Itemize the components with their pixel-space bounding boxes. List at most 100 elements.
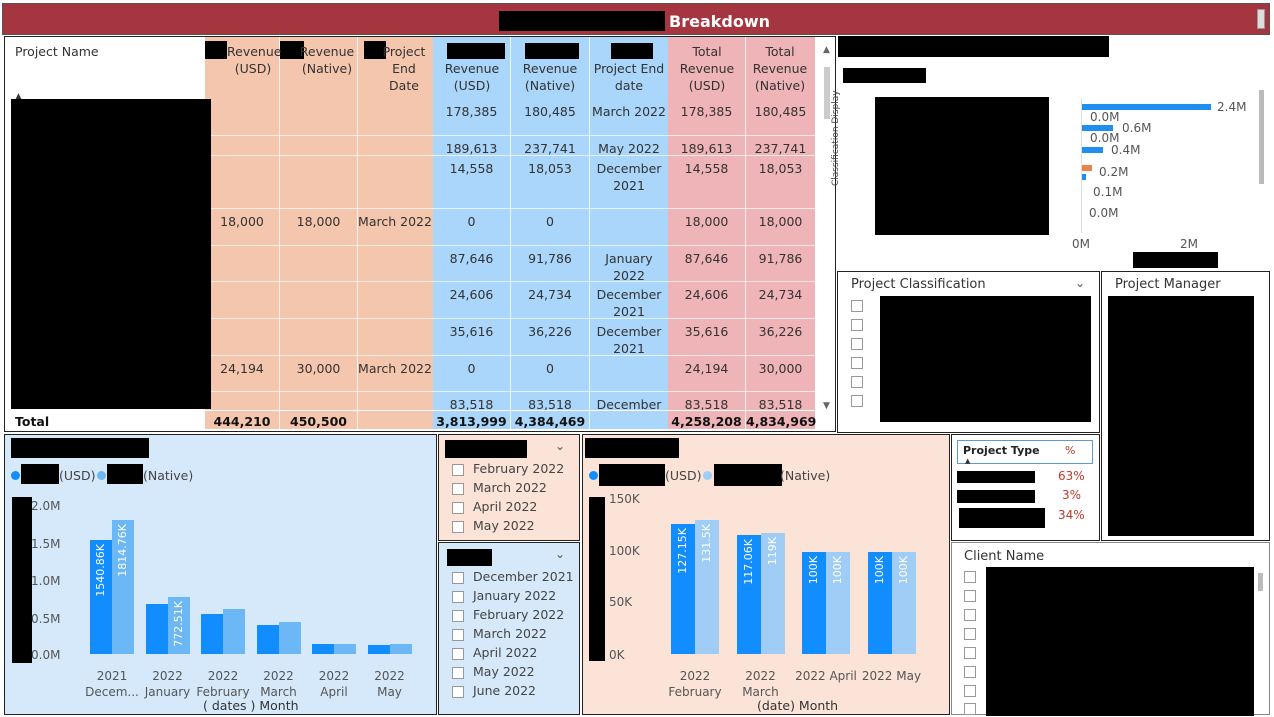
- checkbox[interactable]: [851, 319, 863, 331]
- sort-caret-icon[interactable]: ▲: [965, 457, 970, 465]
- total-label: Total: [15, 414, 50, 429]
- checkbox[interactable]: [452, 667, 464, 679]
- table-cell: 87,646: [684, 251, 729, 266]
- column-header-total-revenue-native[interactable]: Total Revenue (Native): [746, 43, 814, 94]
- bar[interactable]: [256, 625, 279, 654]
- table-cell: 35,616: [684, 324, 729, 339]
- checkbox[interactable]: [964, 647, 976, 659]
- x-tick: 2022 May: [374, 669, 405, 699]
- table-cell: 87,646: [449, 251, 494, 266]
- filter-option[interactable]: February 2022: [473, 607, 564, 622]
- column-header-percent[interactable]: %: [1065, 444, 1075, 457]
- scrollbar[interactable]: [1257, 9, 1265, 29]
- checkbox[interactable]: [452, 686, 464, 698]
- total-cell: 4,258,208: [671, 414, 742, 429]
- chevron-down-icon[interactable]: ⌄: [555, 439, 565, 453]
- column-header-project-type[interactable]: Project Type: [963, 444, 1040, 457]
- checkbox[interactable]: [452, 648, 464, 660]
- column-header-revenue-usd[interactable]: Revenue (USD): [221, 43, 281, 77]
- checkbox[interactable]: [964, 571, 976, 583]
- table-cell: 18,000: [296, 214, 341, 229]
- checkbox[interactable]: [964, 666, 976, 678]
- slicer-title: Project Classification: [851, 277, 986, 292]
- table-cell: 14,558: [449, 161, 494, 176]
- table-cell: 14,558: [684, 161, 729, 176]
- checkbox[interactable]: [452, 591, 464, 603]
- data-label: 100K: [872, 556, 886, 585]
- y-tick: 0.0M: [31, 648, 61, 662]
- filter-option[interactable]: May 2022: [473, 664, 535, 679]
- filter-option[interactable]: April 2022: [473, 499, 537, 514]
- bar[interactable]: [1081, 165, 1092, 171]
- table-cell: 24,734: [758, 287, 803, 302]
- row-divider: [205, 155, 815, 156]
- slicer-scrollbar[interactable]: [1258, 573, 1263, 591]
- checkbox[interactable]: [452, 610, 464, 622]
- filter-option[interactable]: February 2022: [473, 461, 564, 476]
- row-divider: [205, 135, 815, 136]
- bar[interactable]: [201, 614, 223, 654]
- checkbox[interactable]: [851, 300, 863, 312]
- checkbox[interactable]: [851, 338, 863, 350]
- filter-option[interactable]: March 2022: [473, 480, 547, 495]
- data-label: 0.0M: [1089, 206, 1119, 220]
- data-label: 131.5K: [700, 524, 713, 563]
- filter-option[interactable]: June 2022: [473, 683, 536, 698]
- table-cell: 24,194: [220, 361, 264, 376]
- data-label: 1814.76K: [116, 524, 129, 577]
- column-header-revenue-usd-2[interactable]: Revenue (USD): [435, 60, 509, 94]
- filter-option[interactable]: January 2022: [473, 588, 556, 603]
- chevron-down-icon[interactable]: ⌄: [1075, 276, 1085, 290]
- checkbox[interactable]: [964, 685, 976, 697]
- checkbox[interactable]: [452, 483, 464, 495]
- checkbox[interactable]: [964, 590, 976, 602]
- table-cell: 18,053: [528, 161, 572, 176]
- table-cell: 180,485: [524, 104, 576, 119]
- checkbox[interactable]: [851, 395, 863, 407]
- filter-option[interactable]: December 2021: [473, 569, 574, 584]
- bar[interactable]: [223, 609, 245, 654]
- checkbox[interactable]: [452, 629, 464, 641]
- column-header-project-end-date-2[interactable]: Project End date: [591, 60, 667, 94]
- checkbox[interactable]: [851, 357, 863, 369]
- checkbox[interactable]: [964, 609, 976, 621]
- checkbox[interactable]: [851, 376, 863, 388]
- checkbox[interactable]: [452, 572, 464, 584]
- legend-label: (USD): [59, 468, 96, 483]
- bar[interactable]: [312, 644, 334, 654]
- chart-scrollbar[interactable]: [1259, 90, 1264, 184]
- column-header-project-name[interactable]: Project Name: [15, 43, 99, 60]
- bar[interactable]: [334, 644, 356, 654]
- x-tick: 2022 February: [668, 669, 722, 699]
- scroll-up-icon[interactable]: ▲: [823, 45, 830, 55]
- scroll-down-icon[interactable]: ▼: [823, 401, 830, 411]
- filter-option[interactable]: April 2022: [473, 645, 537, 660]
- total-cell: 450,500: [290, 414, 347, 429]
- bar[interactable]: [367, 645, 390, 654]
- checkbox[interactable]: [964, 628, 976, 640]
- filter-option[interactable]: March 2022: [473, 626, 547, 641]
- monthly-revenue-chart: (USD) (Native) 150K 100K 50K 0K 127.15K 131.5…: [582, 434, 950, 715]
- y-tick: 50K: [609, 595, 633, 609]
- filter-option[interactable]: May 2022: [473, 518, 535, 533]
- column-header-revenue-native[interactable]: Revenue (Native): [297, 43, 357, 77]
- column-header-project-end-date[interactable]: Project End Date: [365, 43, 431, 94]
- redacted-text: [499, 11, 665, 31]
- bar[interactable]: [278, 622, 301, 654]
- bar[interactable]: [389, 644, 412, 654]
- chevron-down-icon[interactable]: ⌄: [555, 547, 565, 561]
- bar[interactable]: [145, 604, 168, 654]
- table-cell: March 2022: [592, 104, 666, 119]
- column-header-revenue-native-2[interactable]: Revenue (Native): [512, 60, 588, 94]
- checkbox[interactable]: [452, 521, 464, 533]
- checkbox[interactable]: [452, 464, 464, 476]
- bar[interactable]: [1081, 147, 1103, 153]
- table-scrollbar[interactable]: [824, 67, 830, 119]
- checkbox[interactable]: [964, 703, 976, 715]
- x-tick: 2022 April: [795, 669, 857, 683]
- y-axis-label: Classification Display: [831, 90, 841, 186]
- checkbox[interactable]: [452, 502, 464, 514]
- table-cell: 18,000: [220, 214, 264, 229]
- column-header-total-revenue-usd[interactable]: Total Revenue (USD): [669, 43, 745, 94]
- row-divider: [205, 245, 815, 246]
